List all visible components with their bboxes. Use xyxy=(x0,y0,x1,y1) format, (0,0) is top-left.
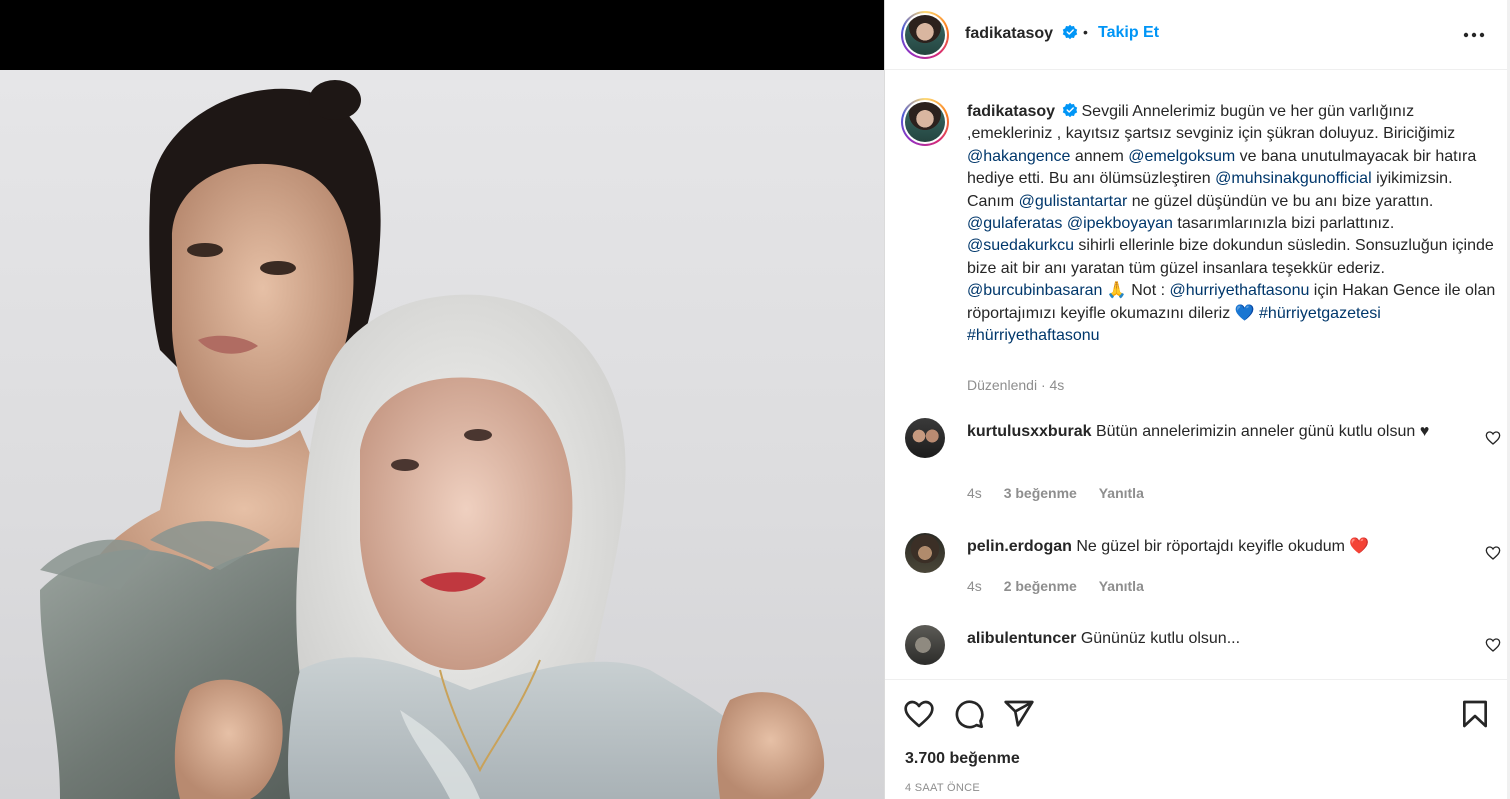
hashtag-link[interactable]: #hürriyetgazetesi xyxy=(1259,305,1381,322)
caption-text-segment: annem xyxy=(1070,147,1129,165)
commenter-username[interactable]: pelin.erdogan xyxy=(967,538,1072,555)
comment-item: kurtulusxxburak Bütün annelerimizin anne… xyxy=(901,418,1501,518)
comment-time: 4s xyxy=(967,485,982,501)
post-media[interactable] xyxy=(0,0,884,799)
comment-icon[interactable] xyxy=(953,698,985,730)
comment-likes[interactable]: 2 beğenme xyxy=(1004,578,1077,594)
comment-meta: 4s 3 beğenme Yanıtla xyxy=(967,485,1162,501)
mention-link[interactable]: @ipekboyayan xyxy=(1067,215,1173,232)
mention-link[interactable]: @suedakurkcu xyxy=(967,237,1074,254)
follow-button[interactable]: Takip Et xyxy=(1098,24,1159,42)
caption-author-avatar[interactable] xyxy=(901,98,949,146)
comment-meta: 4s 2 beğenme Yanıtla xyxy=(967,578,1162,594)
comment-text: alibulentuncer Gününüz kutlu olsun... xyxy=(967,628,1467,650)
mention-link[interactable]: @hakangence xyxy=(967,148,1070,165)
hashtag-link[interactable]: #hürriyethaftasonu xyxy=(967,327,1100,344)
caption-body: Sevgili Annelerimiz bugün ve her gün var… xyxy=(967,103,1495,344)
comment-text: kurtulusxxburak Bütün annelerimizin anne… xyxy=(967,421,1467,443)
comments-scroll-area[interactable]: fadikatasoy Sevgili Annelerimiz bugün ve… xyxy=(885,71,1509,678)
comment-body: Gününüz kutlu olsun... xyxy=(1080,630,1241,647)
mention-link[interactable]: @burcubinbasaran xyxy=(967,282,1102,299)
verified-badge-icon xyxy=(1062,24,1077,40)
reply-button[interactable]: Yanıtla xyxy=(1099,485,1144,501)
mention-link[interactable]: @emelgoksum xyxy=(1128,148,1235,165)
caption-text: fadikatasoy Sevgili Annelerimiz bugün ve… xyxy=(967,101,1497,347)
caption-text-segment: ne güzel düşündün ve bu anı bize yarattı… xyxy=(1127,192,1434,210)
mention-link[interactable]: @gulistantartar xyxy=(1019,193,1128,210)
post-timestamp[interactable]: 4 SAAT ÖNCE xyxy=(905,782,980,794)
instagram-post-view: fadikatasoy • Takip Et fadikatasoy Sevgi… xyxy=(0,0,1510,799)
commenter-avatar[interactable] xyxy=(905,625,945,665)
reply-button[interactable]: Yanıtla xyxy=(1099,578,1144,594)
caption-text-segment: 🙏 Not : xyxy=(1102,282,1170,300)
comment-body: Bütün annelerimizin anneler günü kutlu o… xyxy=(1095,423,1430,440)
commenter-avatar[interactable] xyxy=(905,533,945,573)
commenter-username[interactable]: alibulentuncer xyxy=(967,630,1076,647)
header-separator: • xyxy=(1083,24,1088,40)
author-avatar[interactable] xyxy=(901,11,949,59)
comment-heart-icon[interactable] xyxy=(1485,637,1501,653)
more-horizontal-icon[interactable] xyxy=(1461,25,1487,45)
bookmark-icon[interactable] xyxy=(1459,698,1491,730)
commenter-avatar[interactable] xyxy=(905,418,945,458)
comment-heart-icon[interactable] xyxy=(1485,545,1501,561)
author-username-row[interactable]: fadikatasoy xyxy=(965,24,1078,43)
mention-link[interactable]: @gulaferatas xyxy=(967,215,1062,232)
verified-badge-icon xyxy=(1062,102,1077,118)
comment-body: Ne güzel bir röportajdı keyifle okudum ❤… xyxy=(1076,538,1370,555)
post-header: fadikatasoy • Takip Et xyxy=(885,0,1509,70)
photo-illustration xyxy=(40,80,825,799)
caption-verified xyxy=(1060,102,1082,120)
post-side-panel: fadikatasoy • Takip Et fadikatasoy Sevgi… xyxy=(884,0,1510,799)
comment-likes[interactable]: 3 beğenme xyxy=(1004,485,1077,501)
comment-item: pelin.erdogan Ne güzel bir röportajdı ke… xyxy=(901,533,1501,633)
mention-link[interactable]: @hurriyethaftasonu xyxy=(1169,282,1309,299)
post-actions-bar: 3.700 beğenme 4 SAAT ÖNCE xyxy=(885,679,1509,799)
author-username[interactable]: fadikatasoy xyxy=(965,25,1053,42)
caption-text-segment: tasarımlarınızla bizi parlattınız. xyxy=(1172,215,1395,233)
mention-link[interactable]: @muhsinakgunofficial xyxy=(1215,170,1371,187)
post-photo[interactable] xyxy=(0,70,884,799)
like-count[interactable]: 3.700 beğenme xyxy=(905,750,1020,768)
comment-heart-icon[interactable] xyxy=(1485,430,1501,446)
comment-item: alibulentuncer Gününüz kutlu olsun... xyxy=(901,625,1501,678)
comment-text: pelin.erdogan Ne güzel bir röportajdı ke… xyxy=(967,536,1467,558)
comment-time: 4s xyxy=(967,578,982,594)
share-icon[interactable] xyxy=(1003,698,1035,730)
caption-meta: Düzenlendi · 4s xyxy=(967,377,1065,393)
heart-icon[interactable] xyxy=(903,698,935,730)
caption-username[interactable]: fadikatasoy xyxy=(967,103,1055,120)
commenter-username[interactable]: kurtulusxxburak xyxy=(967,423,1091,440)
